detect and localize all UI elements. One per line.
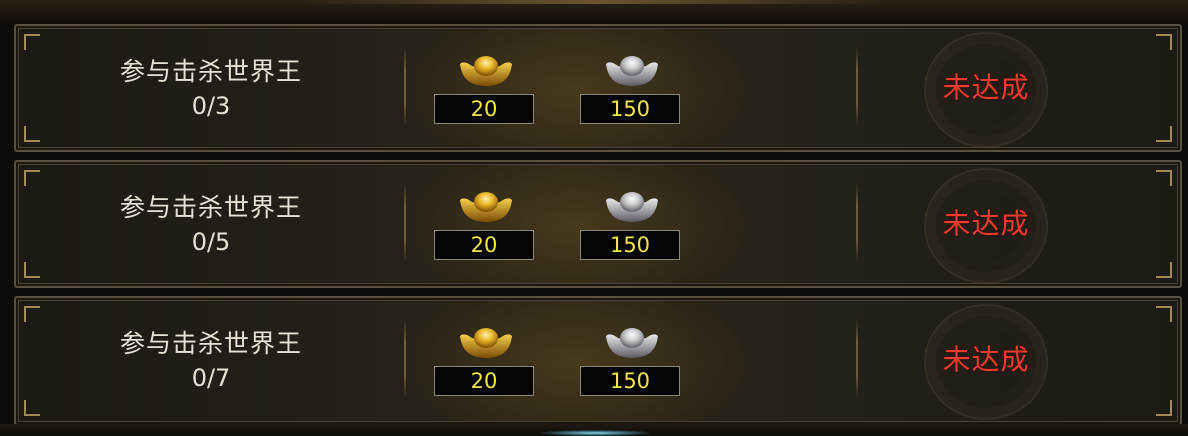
quest-row: 参与击杀世界王 0/7 20 150 未达成 — [14, 296, 1182, 426]
quest-status: 未达成 — [942, 71, 1030, 104]
silver-reward-amount: 150 — [580, 94, 680, 124]
silver-reward-amount: 150 — [580, 366, 680, 396]
divider — [404, 46, 406, 126]
quest-row: 参与击杀世界王 0/3 20 150 未达成 — [14, 24, 1182, 152]
quest-status: 未达成 — [942, 207, 1030, 240]
frame-corner — [1156, 306, 1172, 322]
quest-title: 参与击杀世界王 — [119, 57, 302, 86]
divider — [856, 182, 858, 262]
gold-ingot-icon — [460, 328, 512, 358]
frame-corner — [1156, 34, 1172, 50]
divider — [404, 182, 406, 262]
quest-row: 参与击杀世界王 0/5 20 150 未达成 — [14, 160, 1182, 288]
frame-corner — [24, 34, 40, 50]
frame-corner — [1156, 170, 1172, 186]
frame-corner — [24, 126, 40, 142]
divider — [856, 46, 858, 126]
gold-ingot-icon — [460, 56, 512, 86]
divider — [404, 318, 406, 398]
silver-reward-amount: 150 — [580, 230, 680, 260]
gold-reward-amount: 20 — [434, 94, 534, 124]
frame-corner — [24, 400, 40, 416]
frame-corner — [1156, 400, 1172, 416]
quest-status: 未达成 — [942, 343, 1030, 376]
frame-corner — [1156, 262, 1172, 278]
panel-bottom-frame — [0, 424, 1188, 436]
panel-top-frame — [0, 0, 1188, 24]
silver-ingot-icon — [606, 192, 658, 222]
gold-reward-amount: 20 — [434, 366, 534, 396]
quest-title: 参与击杀世界王 — [119, 193, 302, 222]
frame-corner — [24, 262, 40, 278]
silver-ingot-icon — [606, 328, 658, 358]
quest-list: 参与击杀世界王 0/3 20 150 未达成 参与击杀世界王 0/5 20 15… — [14, 24, 1182, 434]
silver-ingot-icon — [606, 56, 658, 86]
divider — [856, 318, 858, 398]
quest-title: 参与击杀世界王 — [119, 329, 302, 358]
gold-ingot-icon — [460, 192, 512, 222]
quest-progress: 0/3 — [191, 92, 231, 120]
frame-corner — [24, 306, 40, 322]
frame-corner — [1156, 126, 1172, 142]
quest-progress: 0/5 — [191, 228, 231, 256]
quest-progress: 0/7 — [191, 364, 231, 392]
gold-reward-amount: 20 — [434, 230, 534, 260]
frame-corner — [24, 170, 40, 186]
